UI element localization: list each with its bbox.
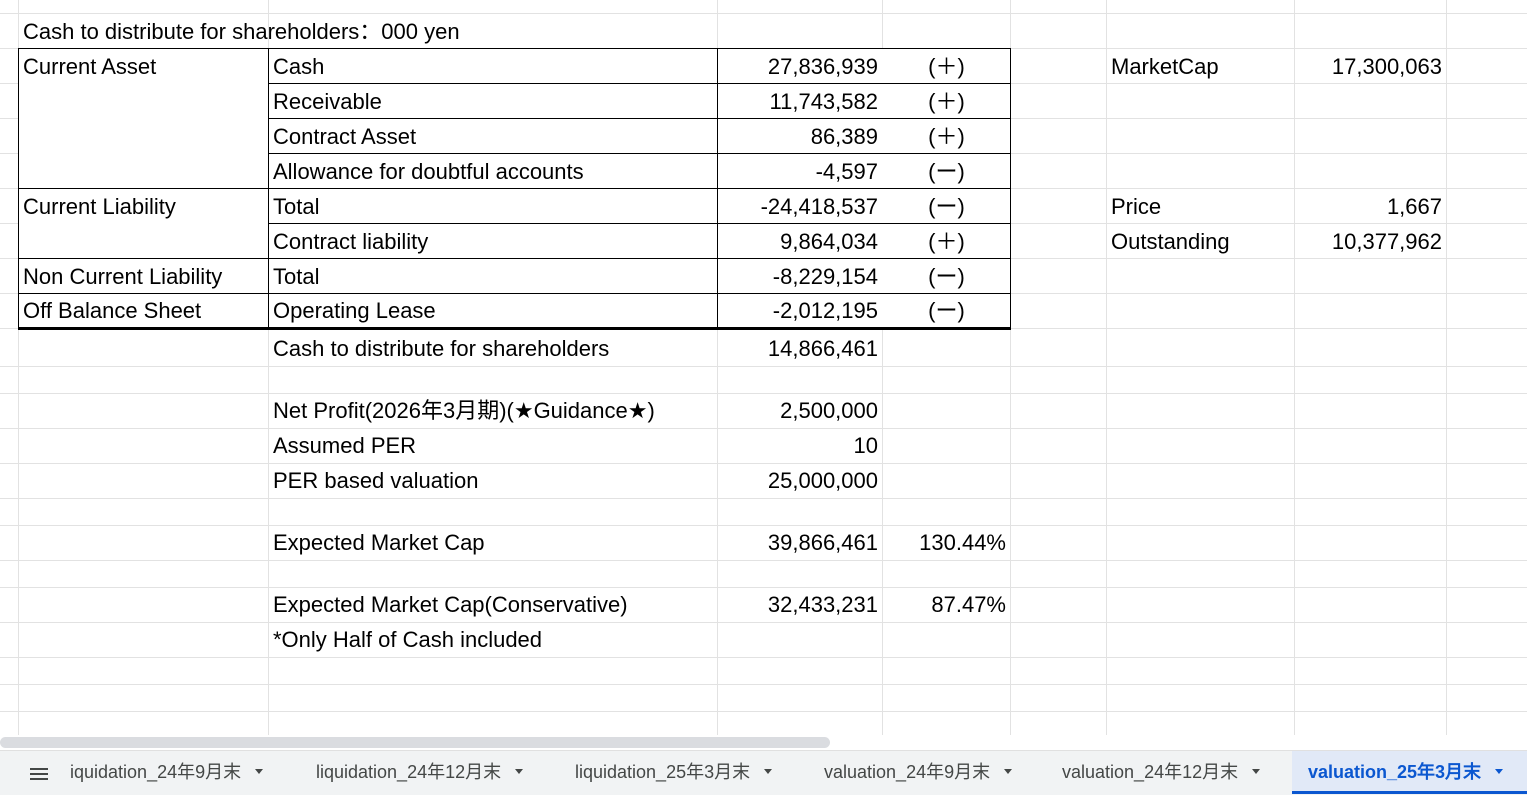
- chevron-down-icon[interactable]: [764, 768, 773, 774]
- row-value: 86,389: [810, 124, 878, 149]
- gridline: [0, 684, 1527, 685]
- row-item-label: Operating Lease: [273, 298, 436, 323]
- row-item-label: Total: [273, 264, 320, 289]
- gridline: [0, 622, 1527, 623]
- price-label: Price: [1111, 194, 1162, 219]
- row-item-label: Cash: [273, 54, 325, 79]
- sheet-tab[interactable]: valuation_24年12月末: [1062, 751, 1288, 794]
- expected-market-cap-label: Expected Market Cap: [273, 530, 485, 555]
- sheet-tab-label: valuation_24年12月末: [1062, 762, 1239, 782]
- row-value: 9,864,034: [780, 229, 878, 254]
- sheet-tab-label: valuation_24年9月末: [824, 762, 991, 782]
- conservative-market-cap-percent: 87.47%: [931, 592, 1006, 617]
- assumed-per-label: Assumed PER: [273, 433, 417, 458]
- group-label-non-current-liability: Non Current Liability: [23, 264, 223, 289]
- gridline: [1446, 0, 1447, 735]
- expected-market-cap-percent: 130.44%: [919, 530, 1006, 555]
- table-border: [18, 48, 1011, 49]
- row-value: -2,012,195: [772, 298, 878, 323]
- gridline: [0, 525, 1527, 526]
- row-sign: (＋): [928, 124, 965, 149]
- gridline: [0, 560, 1527, 561]
- chevron-down-icon[interactable]: [255, 768, 264, 774]
- gridline: [0, 463, 1527, 464]
- cash-to-distribute-label: Cash to distribute for shareholders: [273, 336, 610, 361]
- table-border: [268, 223, 1011, 224]
- chevron-down-icon[interactable]: [1495, 768, 1504, 774]
- marketcap-value: 17,300,063: [1331, 54, 1442, 79]
- row-sign: (＋): [928, 89, 965, 114]
- row-value: 11,743,582: [769, 89, 878, 114]
- row-sign: (＋): [928, 229, 965, 254]
- sheet-tab-label: liquidation_24年12月末: [316, 762, 502, 782]
- gridline: [0, 711, 1527, 712]
- sheet-tab[interactable]: iquidation_24年9月末: [70, 751, 288, 794]
- sheet-tab-label: valuation_25年3月末: [1308, 762, 1482, 782]
- row-sign: (＋): [928, 54, 965, 79]
- spreadsheet-grid[interactable]: Cash to distribute for shareholders：000 …: [0, 0, 1527, 735]
- sheet-tab-label: iquidation_24年9月末: [70, 762, 242, 782]
- sheet-tab-active[interactable]: valuation_25年3月末: [1292, 751, 1527, 794]
- row-sign: (ー): [928, 159, 965, 184]
- table-border: [18, 293, 1011, 294]
- per-valuation-label: PER based valuation: [273, 468, 479, 493]
- group-label-current-liability: Current Liability: [23, 194, 176, 219]
- conservative-market-cap-label: Expected Market Cap(Conservative): [273, 592, 628, 617]
- sheet-tab[interactable]: liquidation_24年12月末: [316, 751, 556, 794]
- all-sheets-menu-button[interactable]: [22, 759, 56, 789]
- net-profit-value: 2,500,000: [780, 398, 878, 423]
- gridline: [0, 13, 1527, 14]
- chevron-down-icon[interactable]: [1004, 768, 1013, 774]
- row-sign: (ー): [928, 298, 965, 323]
- row-item-label: Contract liability: [273, 229, 429, 254]
- sheet-tab[interactable]: valuation_24年9月末: [824, 751, 1038, 794]
- outstanding-value: 10,377,962: [1331, 229, 1442, 254]
- chevron-down-icon[interactable]: [515, 768, 524, 774]
- row-value: -24,418,537: [760, 194, 878, 219]
- chevron-down-icon[interactable]: [1252, 768, 1261, 774]
- sheet-tab[interactable]: liquidation_25年3月末: [575, 751, 805, 794]
- gridline: [0, 587, 1527, 588]
- price-value: 1,667: [1386, 194, 1442, 219]
- group-label-off-balance-sheet: Off Balance Sheet: [23, 298, 202, 323]
- conservative-market-cap-value: 32,433,231: [767, 592, 878, 617]
- gridline: [0, 366, 1527, 367]
- row-value: 27,836,939: [767, 54, 878, 79]
- row-item-label: Total: [273, 194, 320, 219]
- row-item-label: Contract Asset: [273, 124, 417, 149]
- sheet-tab-label: liquidation_25年3月末: [575, 762, 751, 782]
- row-value: -4,597: [815, 159, 878, 184]
- table-border: [268, 83, 1011, 84]
- table-border: [18, 188, 1011, 189]
- cash-to-distribute-value: 14,866,461: [767, 336, 878, 361]
- row-item-label: Allowance for doubtful accounts: [273, 159, 584, 184]
- gridline: [0, 498, 1527, 499]
- row-value: -8,229,154: [772, 264, 878, 289]
- gridline: [0, 657, 1527, 658]
- marketcap-label: MarketCap: [1111, 54, 1219, 79]
- table-border: [18, 258, 1011, 259]
- row-item-label: Receivable: [273, 89, 382, 114]
- expected-market-cap-value: 39,866,461: [767, 530, 878, 555]
- gridline: [1106, 0, 1107, 735]
- sheet-title: Cash to distribute for shareholders：000 …: [23, 19, 460, 44]
- row-sign: (ー): [928, 194, 965, 219]
- per-valuation-value: 25,000,000: [767, 468, 878, 493]
- row-sign: (ー): [928, 264, 965, 289]
- table-border: [268, 153, 1011, 154]
- net-profit-label: Net Profit(2026年3月期)(★Guidance★): [273, 398, 655, 423]
- gridline: [0, 428, 1527, 429]
- table-total-border: [18, 327, 1011, 330]
- table-border: [268, 118, 1011, 119]
- group-label-current-asset: Current Asset: [23, 54, 157, 79]
- gridline: [1294, 0, 1295, 735]
- note-text: *Only Half of Cash included: [273, 627, 543, 652]
- assumed-per-value: 10: [853, 433, 878, 458]
- horizontal-scrollbar-thumb[interactable]: [0, 737, 830, 748]
- menu-icon: [30, 768, 48, 780]
- outstanding-label: Outstanding: [1111, 229, 1230, 254]
- gridline: [0, 393, 1527, 394]
